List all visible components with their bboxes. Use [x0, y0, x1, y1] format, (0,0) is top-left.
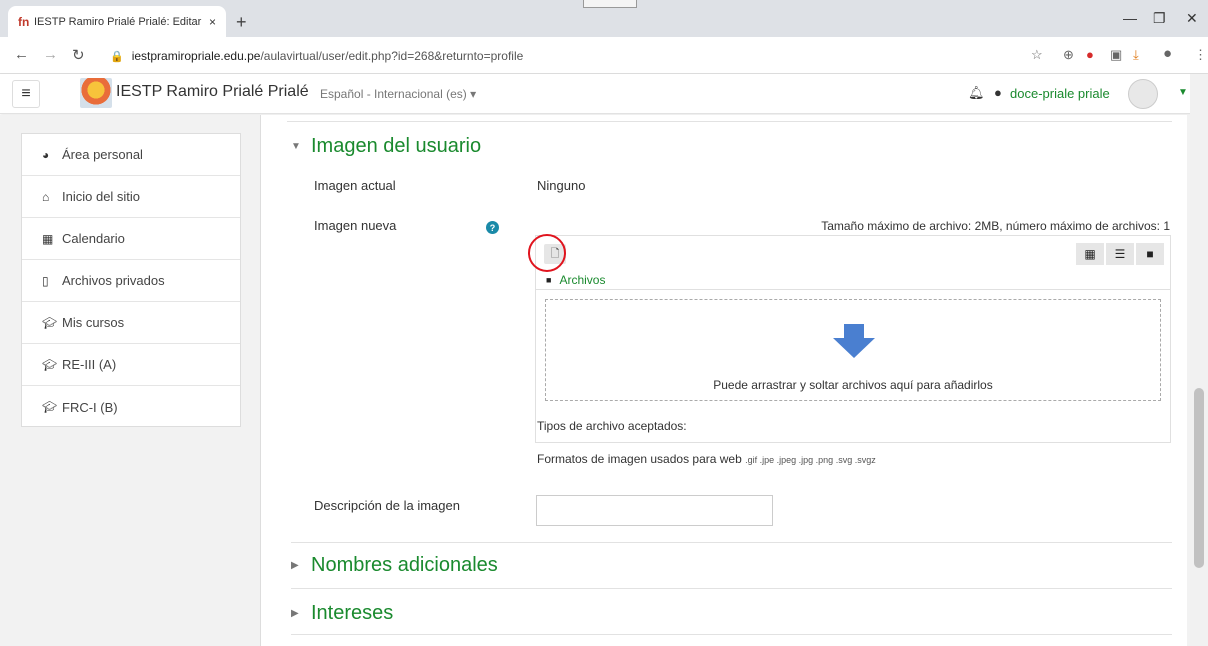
camera-extension-icon[interactable]: ▣	[1110, 47, 1122, 63]
sidebar-item-course-re-iii[interactable]: 🎓︎ RE-III (A)	[22, 344, 240, 386]
divider	[291, 542, 1172, 543]
hamburger-menu-icon[interactable]: ≡	[12, 80, 40, 108]
browser-toolbar: ← → ↻ 🔒 iestpramiropriale.edu.pe/aulavir…	[0, 37, 1208, 74]
max-file-size-info: Tamaño máximo de archivo: 2MB, número má…	[821, 219, 1170, 233]
section-title: Imagen del usuario	[311, 135, 482, 157]
avatar[interactable]	[1128, 79, 1158, 109]
file-icon: ▯	[42, 273, 49, 288]
drop-instructions: Puede arrastrar y soltar archivos aquí p…	[713, 378, 993, 392]
home-icon: ⌂	[42, 189, 50, 204]
new-tab-icon[interactable]: +	[236, 12, 247, 33]
site-favicon-icon: fn	[18, 14, 30, 29]
sidebar-item-home[interactable]: ⌂ Inicio del sitio	[22, 176, 240, 218]
back-icon[interactable]: ←	[14, 46, 29, 63]
browser-menu-icon[interactable]: ⋮	[1194, 47, 1207, 63]
page-scrollbar[interactable]	[1190, 74, 1208, 646]
sidebar-item-dashboard[interactable]: ◕ Área personal	[22, 134, 240, 176]
sidebar-item-label: Calendario	[62, 231, 125, 246]
extension-icon[interactable]: ⊕	[1063, 47, 1074, 63]
window-close-icon[interactable]: ✕	[1186, 10, 1198, 27]
reload-icon[interactable]: ↻	[72, 46, 85, 64]
scrollbar-thumb[interactable]	[1194, 388, 1204, 568]
sidebar-item-label: Área personal	[62, 147, 143, 162]
folder-icon: ■	[546, 274, 552, 285]
user-menu-caret-icon[interactable]: ▼	[1178, 87, 1188, 98]
lock-icon: 🔒	[110, 50, 124, 63]
download-icon[interactable]: ⤓	[1133, 47, 1139, 63]
divider	[291, 588, 1172, 589]
url-text: iestpramiropriale.edu.pe/aulavirtual/use…	[131, 49, 524, 63]
maximize-icon[interactable]: ❐	[1153, 10, 1166, 27]
image-description-input[interactable]	[536, 495, 773, 526]
sidebar-item-label: Inicio del sitio	[62, 189, 141, 204]
bookmark-star-icon[interactable]: ☆	[1031, 47, 1043, 63]
profile-icon[interactable]: ●	[1163, 45, 1172, 62]
graduation-cap-icon: 🎓︎	[42, 400, 58, 414]
section-additional-names-header[interactable]: ▶ Nombres adicionales	[291, 554, 498, 577]
help-icon[interactable]: ?	[486, 221, 499, 234]
current-image-value: Ninguno	[537, 178, 586, 193]
accepted-types-label: Tipos de archivo aceptados:	[537, 419, 687, 433]
section-user-image-header[interactable]: ▼ Imagen del usuario	[291, 135, 481, 158]
address-bar[interactable]: 🔒 iestpramiropriale.edu.pe/aulavirtual/u…	[110, 43, 1020, 69]
sidebar-item-private-files[interactable]: ▯ Archivos privados	[22, 260, 240, 302]
notifications-bell-icon[interactable]: 🔔︎	[968, 85, 985, 101]
file-manager: 🗋︎ ▦ ☰ ■ ■ Archivos Puede arrastrar y so…	[528, 234, 1171, 443]
caret-down-icon: ▼	[291, 141, 301, 152]
download-arrow-icon	[833, 324, 875, 358]
current-image-label: Imagen actual	[314, 178, 396, 193]
highlight-circle	[528, 234, 566, 272]
caret-right-icon: ▶	[291, 608, 299, 619]
sidebar-item-label: Mis cursos	[62, 315, 125, 330]
section-interests-header[interactable]: ▶ Intereses	[291, 602, 393, 625]
main-content: ▼ Imagen del usuario Imagen actual Ningu…	[260, 115, 1187, 646]
list-view-icon[interactable]: ☰	[1106, 243, 1134, 265]
forward-icon[interactable]: →	[43, 46, 58, 63]
site-name[interactable]: IESTP Ramiro Prialé Prialé	[116, 83, 309, 101]
browser-tab[interactable]: fn IESTP Ramiro Prialé Prialé: Editar ×	[8, 6, 226, 37]
sidebar-item-calendar[interactable]: ▦ Calendario	[22, 218, 240, 260]
accepted-formats: Formatos de imagen usados para web .gif …	[537, 452, 876, 466]
icon-view-icon[interactable]: ▦	[1076, 243, 1104, 265]
divider	[287, 121, 1172, 122]
view-toggle-group: ▦ ☰ ■	[1074, 243, 1164, 265]
extension-m-icon[interactable]: ●	[1086, 47, 1094, 62]
messages-icon[interactable]: ●	[994, 85, 1002, 100]
section-title: Nombres adicionales	[311, 554, 498, 576]
language-selector[interactable]: Español - Internacional (es) ▾	[320, 87, 476, 101]
folder-link[interactable]: Archivos	[559, 273, 605, 287]
graduation-cap-icon: 🎓︎	[42, 357, 58, 372]
sidebar-item-label: Archivos privados	[62, 273, 165, 288]
user-menu-name[interactable]: doce-priale priale	[1010, 86, 1110, 101]
file-manager-path: ■ Archivos	[536, 270, 1170, 290]
nav-drawer: ◕ Área personal ⌂ Inicio del sitio ▦ Cal…	[21, 133, 241, 427]
graduation-cap-icon: 🎓︎	[42, 315, 58, 330]
tree-view-folder-icon[interactable]: ■	[1136, 243, 1164, 265]
sidebar-item-label: FRC-I (B)	[62, 399, 118, 415]
sidebar-item-course-frc-i[interactable]: 🎓︎ FRC-I (B)	[22, 386, 240, 428]
site-logo[interactable]	[80, 78, 112, 108]
sidebar-item-label: RE-III (A)	[62, 357, 117, 372]
tab-close-icon[interactable]: ×	[209, 15, 216, 29]
dashboard-icon: ◕	[42, 147, 50, 162]
divider	[291, 634, 1172, 635]
image-description-label: Descripción de la imagen	[314, 498, 460, 513]
site-navbar: ≡ IESTP Ramiro Prialé Prialé Español - I…	[0, 74, 1208, 114]
browser-tab-bar: fn IESTP Ramiro Prialé Prialé: Editar × …	[0, 0, 1208, 37]
section-title: Intereses	[311, 602, 394, 624]
tab-title: IESTP Ramiro Prialé Prialé: Editar	[34, 15, 202, 28]
calendar-icon: ▦	[42, 231, 54, 246]
file-drop-zone[interactable]: Puede arrastrar y soltar archivos aquí p…	[545, 299, 1161, 401]
minimize-icon[interactable]: —	[1123, 10, 1137, 26]
new-image-label: Imagen nueva	[314, 218, 397, 233]
window-drag-handle[interactable]	[583, 0, 637, 8]
sidebar-item-my-courses[interactable]: 🎓︎ Mis cursos	[22, 302, 240, 344]
caret-right-icon: ▶	[291, 560, 299, 571]
